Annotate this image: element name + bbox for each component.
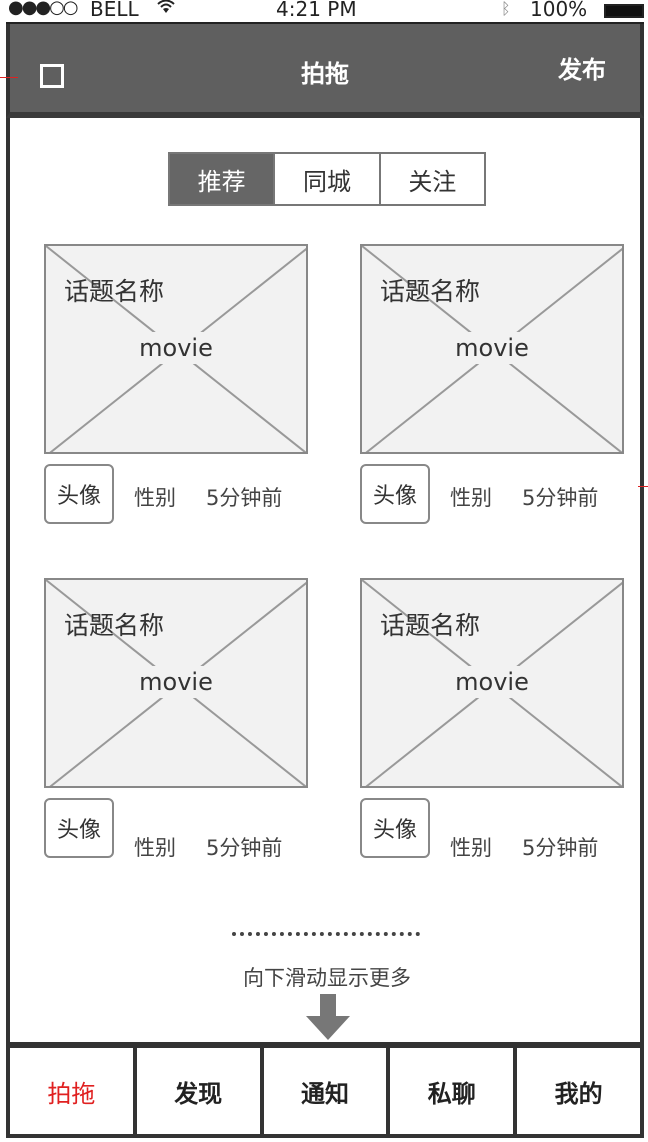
topic-title: 话题名称	[64, 611, 165, 640]
battery-icon	[604, 4, 644, 18]
dotted-divider	[232, 932, 420, 936]
avatar[interactable]: 头像	[44, 798, 114, 858]
feed-filter-tabs: 推荐 同城 关注	[168, 152, 486, 206]
annotation-marker-left	[0, 77, 18, 78]
load-more-hint: 向下滑动显示更多	[243, 966, 411, 990]
media-label: movie	[135, 332, 217, 364]
tab-recommended[interactable]: 推荐	[170, 154, 276, 204]
tab-following[interactable]: 关注	[380, 154, 484, 204]
post-time: 5分钟前	[206, 486, 283, 510]
bluetooth-icon: ᛒ	[501, 0, 511, 18]
nav-bar: 拍拖 发布	[6, 24, 644, 118]
tab-discover[interactable]: 发现	[136, 1048, 260, 1134]
page-title: 拍拖	[301, 60, 349, 88]
topic-title: 话题名称	[64, 277, 165, 306]
post-time: 5分钟前	[522, 486, 599, 510]
video-thumbnail[interactable]: 话题名称 movie	[360, 244, 624, 454]
battery-percent: 100%	[530, 0, 588, 21]
topic-title: 话题名称	[380, 611, 481, 640]
tab-same-city[interactable]: 同城	[275, 154, 381, 204]
media-label: movie	[451, 332, 533, 364]
tab-dating[interactable]: 拍拖	[10, 1048, 133, 1134]
wifi-icon	[156, 0, 176, 22]
tab-me[interactable]: 我的	[517, 1048, 640, 1134]
gender-label: 性别	[450, 486, 492, 510]
topic-title: 话题名称	[380, 277, 481, 306]
avatar[interactable]: 头像	[44, 464, 114, 524]
video-thumbnail[interactable]: 话题名称 movie	[360, 578, 624, 788]
publish-button[interactable]: 发布	[558, 50, 606, 85]
media-label: movie	[451, 666, 533, 698]
arrow-down-icon[interactable]	[306, 994, 350, 1044]
status-time: 4:21 PM	[276, 0, 357, 21]
status-bar: ●●●○○ BELL 4:21 PM ᛒ 100%	[6, 0, 644, 24]
annotation-marker-right	[638, 486, 648, 487]
carrier-name: BELL	[90, 0, 139, 21]
gender-label: 性别	[134, 486, 176, 510]
avatar[interactable]: 头像	[360, 464, 430, 524]
gender-label: 性别	[134, 836, 176, 860]
post-time: 5分钟前	[522, 836, 599, 860]
media-label: movie	[135, 666, 217, 698]
avatar[interactable]: 头像	[360, 798, 430, 858]
video-thumbnail[interactable]: 话题名称 movie	[44, 578, 308, 788]
bottom-tab-bar: 拍拖 发现 通知 私聊 我的	[6, 1042, 644, 1138]
signal-strength-icon: ●●●○○	[8, 0, 79, 18]
tab-notifications[interactable]: 通知	[263, 1048, 387, 1134]
post-time: 5分钟前	[206, 836, 283, 860]
video-thumbnail[interactable]: 话题名称 movie	[44, 244, 308, 454]
tab-private-chat[interactable]: 私聊	[390, 1048, 514, 1134]
gender-label: 性别	[450, 836, 492, 860]
